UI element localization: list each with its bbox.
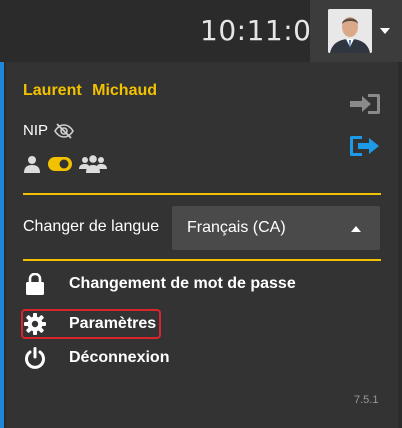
- user-avatar: [328, 9, 372, 53]
- role-toggle-switch[interactable]: [47, 156, 73, 172]
- user-icon: [24, 156, 40, 173]
- sign-in-icon[interactable]: [348, 92, 382, 116]
- user-first-name: Laurent: [23, 82, 82, 99]
- top-bar: 10:11:08: [0, 0, 402, 62]
- users-icon: [79, 155, 107, 173]
- sign-out-icon[interactable]: [348, 134, 382, 158]
- user-dropdown-panel: Laurent Michaud NIP Changer de langue Fr…: [6, 62, 398, 428]
- role-toggle-row: [23, 155, 107, 173]
- chevron-up-icon: [351, 226, 361, 232]
- language-select[interactable]: Français (CA): [172, 206, 380, 250]
- lock-icon: [26, 273, 44, 295]
- user-last-name: Michaud: [92, 82, 158, 99]
- gear-icon: [24, 313, 46, 335]
- logout-menu-item[interactable]: Déconnexion: [23, 344, 169, 372]
- nip-label: NIP: [23, 122, 49, 139]
- user-photo-icon: [328, 9, 372, 53]
- eye-slash-icon[interactable]: [54, 122, 74, 139]
- user-full-name: Laurent Michaud: [23, 82, 157, 100]
- chevron-down-icon: [380, 28, 390, 34]
- change-password-label: Changement de mot de passe: [69, 275, 296, 292]
- logout-label: Déconnexion: [69, 349, 170, 366]
- divider: [23, 259, 381, 261]
- settings-menu-item[interactable]: Paramètres: [23, 310, 156, 338]
- user-menu-button[interactable]: [310, 0, 402, 62]
- left-accent-bar: [0, 62, 4, 428]
- language-label: Changer de langue: [23, 218, 160, 235]
- nip-row: NIP: [23, 122, 74, 139]
- power-icon: [25, 347, 45, 369]
- language-selected-value: Français (CA): [187, 219, 286, 236]
- version-label: 7.5.1: [354, 394, 379, 406]
- change-password-menu-item[interactable]: Changement de mot de passe: [23, 270, 296, 298]
- divider: [23, 193, 381, 195]
- settings-label: Paramètres: [69, 315, 157, 332]
